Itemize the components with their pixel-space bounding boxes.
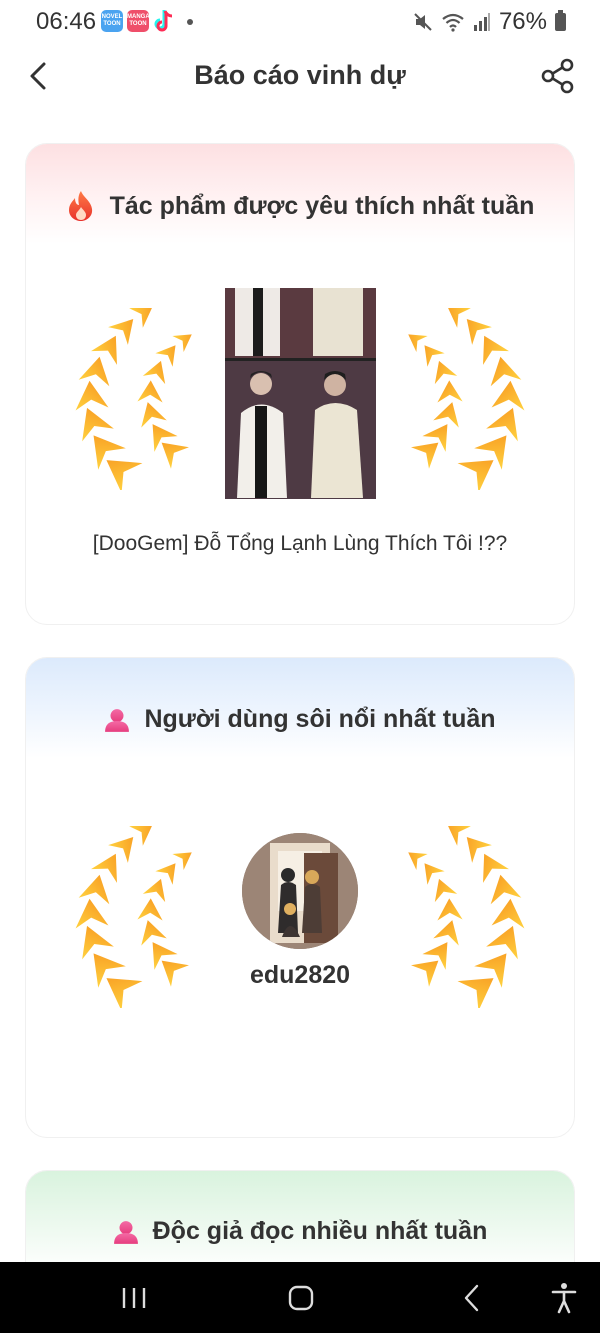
- status-time: 06:46: [36, 8, 97, 35]
- laurel-left-icon: [74, 308, 192, 490]
- signal-icon: [473, 13, 490, 31]
- card-title-row: Người dùng sôi nổi nhất tuần: [26, 705, 574, 734]
- battery-percent: 76%: [498, 8, 547, 35]
- section-title: Độc giả đọc nhiều nhất tuần: [152, 1217, 488, 1245]
- system-nav-bar: [0, 1262, 600, 1333]
- status-indicators: 76%: [413, 8, 566, 36]
- home-icon[interactable]: [287, 1280, 315, 1316]
- most-active-user-card: Người dùng sôi nổi nhất tuần edu2820: [25, 657, 575, 1138]
- notification-dot: [187, 19, 193, 25]
- user-avatar[interactable]: [242, 833, 358, 949]
- user-icon: [105, 708, 130, 732]
- recents-icon[interactable]: [120, 1280, 148, 1316]
- card-title-row: Tác phẩm được yêu thích nhất tuần: [26, 190, 574, 222]
- most-loved-work-card: Tác phẩm được yêu thích nhất tuần [DooGe…: [25, 143, 575, 625]
- username[interactable]: edu2820: [26, 961, 574, 990]
- share-button[interactable]: [538, 56, 578, 96]
- battery-icon: [555, 10, 566, 31]
- section-title: Tác phẩm được yêu thích nhất tuần: [109, 191, 535, 220]
- work-cover-image[interactable]: [225, 288, 376, 499]
- novel-toon-app-icon: NOVEL TOON: [101, 10, 123, 32]
- header: Báo cáo vinh dự: [0, 44, 600, 108]
- wifi-icon: [442, 13, 464, 32]
- work-title[interactable]: [DooGem] Đỗ Tổng Lạnh Lùng Thích Tôi !??: [26, 532, 574, 556]
- mute-icon: [414, 13, 432, 31]
- back-icon[interactable]: [458, 1280, 486, 1316]
- tiktok-icon: [154, 10, 173, 32]
- manga-toon-app-icon: MANGA TOON: [127, 10, 150, 32]
- share-icon: [541, 58, 574, 94]
- section-title: Người dùng sôi nổi nhất tuần: [144, 705, 496, 733]
- page-title: Báo cáo vinh dự: [194, 60, 406, 90]
- fire-icon: [68, 191, 92, 221]
- card-title-row: Độc giả đọc nhiều nhất tuần: [26, 1217, 574, 1246]
- status-bar: 06:46 NOVEL TOON MANGA TOON 76%: [0, 0, 600, 44]
- accessibility-icon[interactable]: [550, 1280, 578, 1316]
- laurel-right-icon: [408, 308, 526, 490]
- user-icon: [113, 1220, 138, 1244]
